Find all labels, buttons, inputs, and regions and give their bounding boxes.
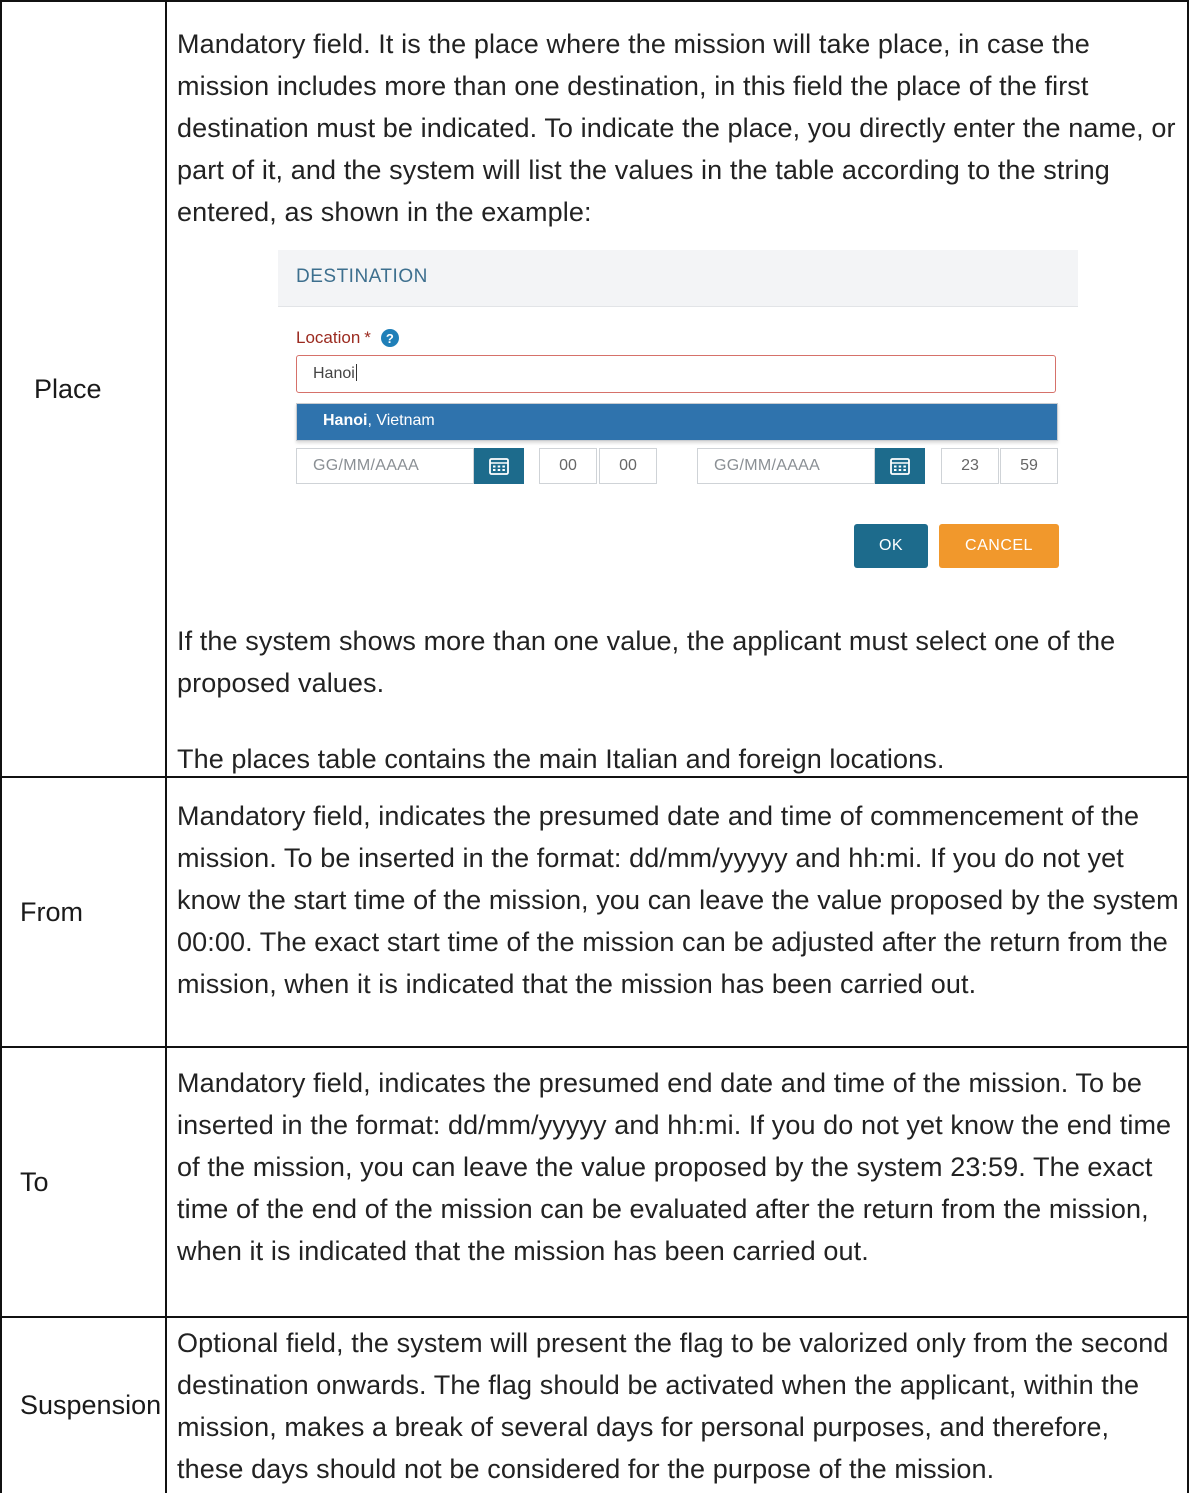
- to-date-input[interactable]: GG/MM/AAAA: [697, 448, 875, 484]
- ok-button[interactable]: OK: [854, 524, 928, 568]
- place-description: Mandatory field. It is the place where t…: [177, 23, 1182, 233]
- to-date-placeholder: GG/MM/AAAA: [714, 457, 821, 474]
- suggestion-rest: , Vietnam: [367, 412, 435, 429]
- cancel-button[interactable]: CANCEL: [939, 524, 1059, 568]
- row-divider: [0, 1046, 1189, 1048]
- from-minute-input[interactable]: 00: [599, 448, 657, 484]
- from-hour-input[interactable]: 00: [539, 448, 597, 484]
- location-input-value: Hanoi: [313, 365, 355, 382]
- place-description-table: The places table contains the main Itali…: [177, 738, 1182, 780]
- from-date-input[interactable]: GG/MM/AAAA: [296, 448, 474, 484]
- to-description: Mandatory field, indicates the presumed …: [177, 1068, 1172, 1266]
- help-icon[interactable]: ?: [380, 329, 399, 347]
- calendar-icon[interactable]: [875, 448, 925, 484]
- row-divider: [0, 1316, 1189, 1318]
- to-minute-input[interactable]: 59: [1000, 448, 1058, 484]
- from-description: Mandatory field, indicates the presumed …: [177, 801, 1179, 999]
- table-border-top: [0, 0, 1189, 2]
- place-paragraph-table: The places table contains the main Itali…: [177, 744, 945, 774]
- text-caret: [355, 364, 357, 381]
- location-input[interactable]: Hanoi: [296, 355, 1056, 393]
- location-label-text: Location: [296, 328, 361, 347]
- column-divider: [165, 0, 167, 1493]
- place-description-after: If the system shows more than one value,…: [177, 620, 1182, 704]
- row-label-place: Place: [34, 373, 102, 404]
- row-label-suspension: Suspension: [20, 1390, 162, 1420]
- location-label: Location * ?: [296, 328, 399, 348]
- destination-title: DESTINATION: [296, 266, 428, 287]
- location-suggestion-item[interactable]: Hanoi, Vietnam: [296, 403, 1058, 441]
- required-mark: *: [364, 328, 371, 347]
- place-paragraph-multiple: If the system shows more than one value,…: [177, 626, 1116, 698]
- destination-header: DESTINATION: [278, 250, 1078, 307]
- row-label-to: To: [20, 1166, 49, 1197]
- destination-form-screenshot: DESTINATION Location * ? Hanoi Hanoi, Vi…: [278, 250, 1078, 580]
- suggestion-match: Hanoi: [323, 412, 368, 429]
- from-date-placeholder: GG/MM/AAAA: [313, 457, 420, 474]
- to-hour-input[interactable]: 23: [941, 448, 999, 484]
- suspension-description: Optional field, the system will present …: [177, 1328, 1169, 1484]
- row-label-from: From: [20, 896, 83, 927]
- calendar-icon[interactable]: [474, 448, 524, 484]
- document-table: Place Mandatory field. It is the place w…: [0, 0, 1189, 1493]
- place-paragraph-intro: Mandatory field. It is the place where t…: [177, 29, 1176, 227]
